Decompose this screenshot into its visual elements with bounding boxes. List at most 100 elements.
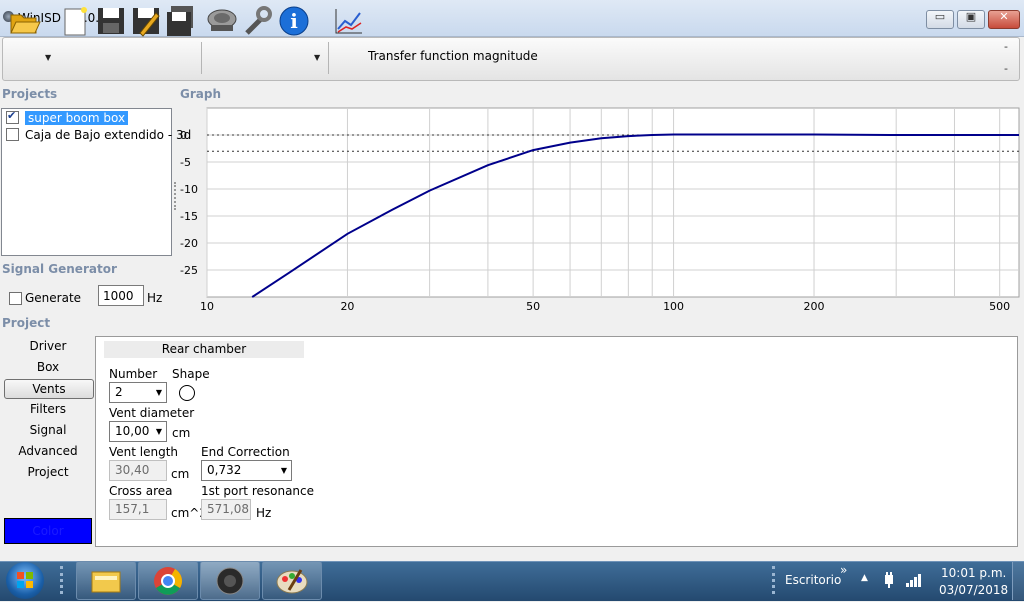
end-correction-value: 0,732 [207,463,242,477]
network-signal-icon[interactable] [905,573,923,587]
transfer-function-chart[interactable]: 0 -5 -10 -15 -20 -25 10 20 50 100 200 500 [172,100,1022,316]
taskbar-winisd[interactable] [200,561,260,600]
save-icon [98,8,124,34]
power-plug-icon[interactable] [882,572,896,588]
graph-icon [335,9,362,34]
color-button[interactable]: Color [4,518,92,544]
project-item[interactable]: ✔ super boom box [6,109,129,126]
save-all-button[interactable] [163,3,197,39]
vent-diameter-label: Vent diameter [109,406,195,420]
open-button[interactable] [8,3,42,39]
paint-icon [276,569,308,594]
save-button[interactable] [93,3,127,39]
show-hidden-icons-icon[interactable]: ▲ [861,573,868,583]
generate-label: Generate [25,291,82,305]
desktop-toolbar-label[interactable]: Escritorio [785,573,841,587]
check-icon: ✔ [7,109,17,122]
y-tick-label: -5 [180,156,191,169]
nav-box[interactable]: Box [4,358,92,376]
clock-time[interactable]: 10:01 p.m. [941,566,1006,580]
y-tick-label: -25 [180,264,198,277]
edit-icon [133,8,160,37]
taskbar-explorer[interactable] [76,561,136,600]
cross-area-field: 157,1 [109,499,167,520]
port-resonance-field: 571,08 [201,499,251,520]
graph-type-button[interactable] [332,3,366,39]
taskbar-grip [772,566,779,594]
tools-button[interactable] [241,3,275,39]
vent-length-unit: cm [171,467,190,481]
signal-generator-label: Signal Generator [2,262,117,276]
vent-length-label: Vent length [109,445,179,459]
port-resonance-label: 1st port resonance [201,484,315,498]
frequency-unit: Hz [147,291,163,305]
chevron-down-icon: ▼ [155,427,162,436]
chrome-icon [154,567,182,595]
project-group-label: Project [2,316,51,330]
toolbar-separator [201,42,202,74]
minimize-icon: ▭ [934,10,946,23]
vent-diameter-value: 10,00 [115,424,150,438]
close-button[interactable]: ✕ [988,10,1020,29]
new-icon [64,7,87,36]
x-tick-label: 50 [526,300,540,313]
open-dropdown-arrow[interactable]: ▼ [45,53,51,62]
graph-type-label[interactable]: Transfer function magnitude [368,49,538,63]
project-name[interactable]: super boom box [25,111,129,125]
x-tick-label: 20 [340,300,354,313]
project-item[interactable]: Caja de Bajo extendido - 3d [6,127,191,143]
nav-signal[interactable]: Signal [4,421,92,439]
generate-checkbox[interactable] [9,292,22,305]
svg-text:i: i [290,9,298,33]
y-tick-label: -10 [180,183,198,196]
toolbar-dash-bottom: - [1004,62,1008,75]
vent-length-field: 30,40 [109,460,167,481]
rear-chamber-header: Rear chamber [104,341,304,358]
cross-area-label: Cross area [109,484,173,498]
x-tick-label: 100 [663,300,684,313]
close-icon: ✕ [999,10,1009,23]
frequency-input[interactable]: 1000 [98,285,144,306]
y-tick-label: -20 [180,237,198,250]
y-tick-label: -15 [180,210,198,223]
show-desktop-button[interactable] [1012,562,1024,600]
desktop-chevron-icon[interactable]: » [840,563,847,577]
number-select[interactable]: 2 ▼ [109,382,167,403]
project-name[interactable]: Caja de Bajo extendido - 3d [25,128,191,142]
x-tick-label: 10 [200,300,214,313]
number-value: 2 [115,385,123,399]
nav-vents[interactable]: Vents [4,379,94,399]
x-tick-label: 500 [989,300,1010,313]
circle-shape-icon[interactable] [179,385,195,401]
driver-button[interactable] [205,3,239,39]
new-button[interactable] [58,3,92,39]
toolbar-dash-top: - [1004,40,1008,53]
port-resonance-unit: Hz [256,506,272,520]
clock-date[interactable]: 03/07/2018 [939,583,1008,597]
winisd-icon [216,567,244,595]
project-checkbox[interactable] [6,128,19,141]
taskbar-paint[interactable] [262,561,322,600]
shape-label: Shape [172,367,210,381]
nav-project[interactable]: Project [4,463,92,481]
projects-group-label: Projects [2,87,58,101]
nav-driver[interactable]: Driver [4,337,92,355]
minimize-button[interactable]: ▭ [926,10,954,29]
save-all-icon [167,6,193,36]
vent-diameter-select[interactable]: 10,00 ▼ [109,421,167,442]
vent-diameter-unit: cm [172,426,191,440]
taskbar-chrome[interactable] [138,561,198,600]
windows-logo-icon [17,572,33,588]
chevron-down-icon: ▼ [155,388,162,397]
end-correction-select[interactable]: 0,732 ▼ [201,460,292,481]
projects-list: ✔ super boom box Caja de Bajo extendido -… [1,108,191,256]
nav-filters[interactable]: Filters [4,400,92,418]
project-checkbox[interactable]: ✔ [6,109,19,124]
maximize-button[interactable]: ▣ [957,10,985,29]
edit-button[interactable] [128,3,162,39]
start-orb-icon[interactable] [6,562,44,599]
info-dropdown-arrow[interactable]: ▼ [314,53,320,62]
info-button[interactable]: i [277,3,311,39]
nav-advanced[interactable]: Advanced [4,442,92,460]
taskbar-grip [60,566,67,594]
